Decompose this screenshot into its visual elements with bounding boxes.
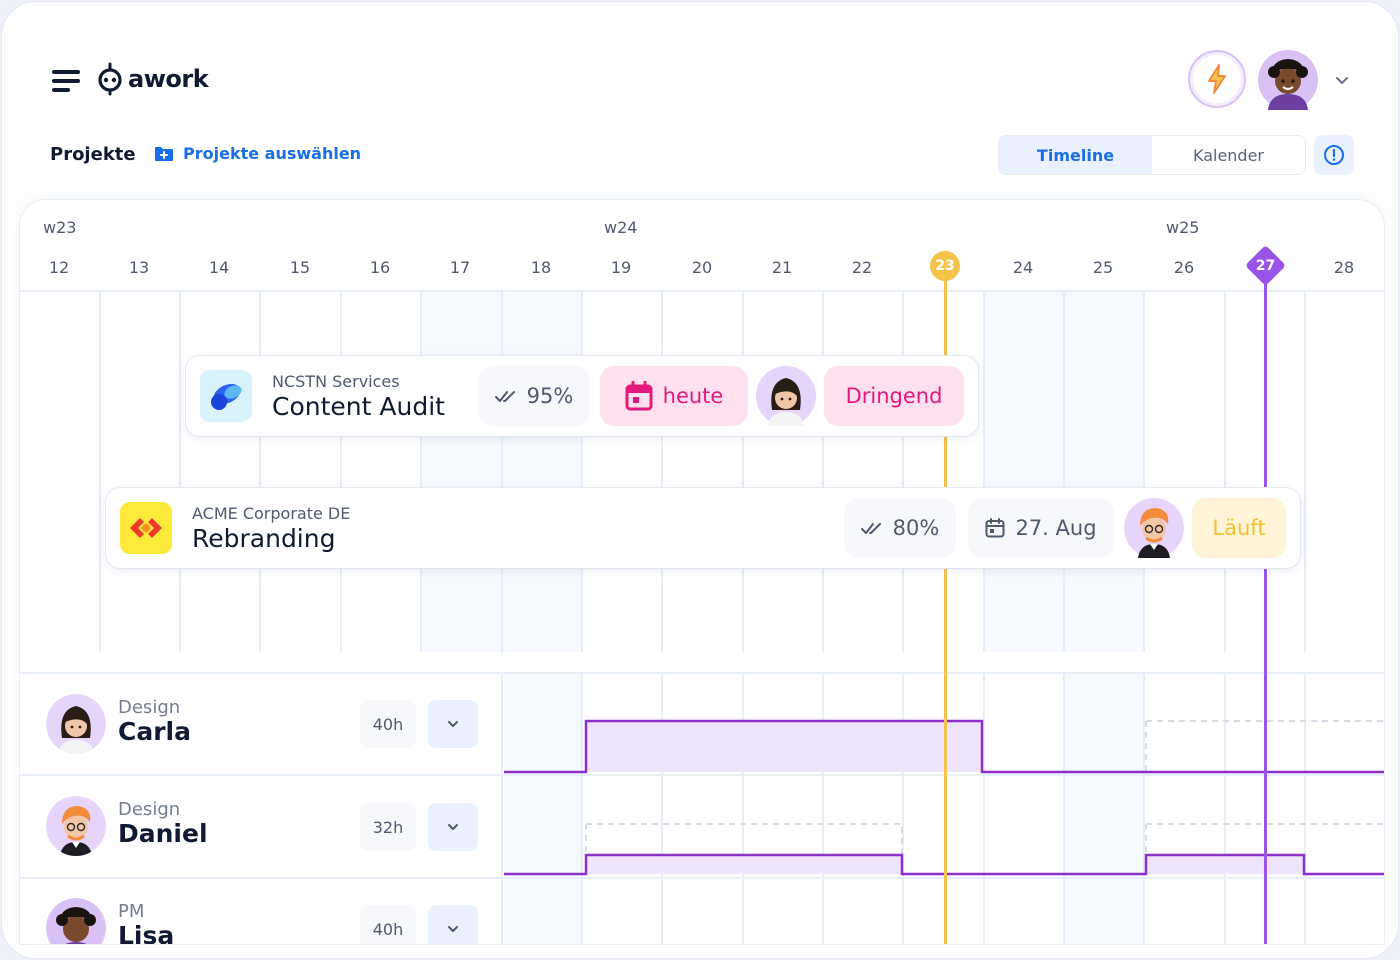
deadline-day: 27 — [1255, 257, 1276, 274]
project-logo — [120, 502, 172, 554]
select-projects-link[interactable]: Projekte auswählen — [154, 144, 361, 163]
project-logo — [200, 370, 252, 422]
today-marker: 23 — [930, 251, 960, 281]
project-card-rebranding[interactable]: ACME Corporate DE Rebranding 80% 27. Aug — [106, 488, 1300, 568]
person-avatar — [46, 694, 106, 754]
view-toggle: Timeline Kalender — [998, 135, 1306, 175]
app-name: awork — [128, 65, 209, 93]
person-role: Design — [118, 697, 181, 718]
person-avatar — [46, 796, 106, 856]
folder-add-icon — [155, 146, 173, 161]
assignee-avatar[interactable] — [756, 366, 816, 426]
workload-chart — [504, 719, 1384, 876]
quick-actions-button[interactable] — [1188, 50, 1246, 108]
hours-chip: 40h — [360, 905, 416, 944]
person-name: Carla — [118, 717, 191, 746]
expand-row-button[interactable] — [428, 905, 478, 944]
expand-row-button[interactable] — [428, 803, 478, 851]
progress-chip: 80% — [844, 498, 956, 558]
select-projects-label: Projekte auswählen — [183, 144, 362, 163]
project-client: ACME Corporate DE — [192, 504, 351, 523]
info-icon — [1324, 145, 1344, 165]
tab-kalender[interactable]: Kalender — [1152, 136, 1305, 174]
calendar-icon — [985, 518, 1005, 538]
double-check-icon — [494, 391, 515, 402]
calendar-icon — [625, 381, 653, 411]
expand-row-button[interactable] — [428, 700, 478, 748]
deadline-line — [1264, 266, 1267, 944]
status-chip: Läuft — [1192, 498, 1286, 558]
project-card-content-audit[interactable]: NCSTN Services Content Audit 95% heute D… — [186, 356, 978, 436]
person-role: Design — [118, 799, 181, 820]
due-date-value: heute — [662, 384, 724, 408]
hours-chip: 40h — [360, 700, 416, 748]
progress-value: 95% — [526, 384, 574, 408]
hours-chip: 32h — [360, 803, 416, 851]
chevron-down-icon — [448, 926, 458, 932]
ncstn-logo-icon — [211, 383, 242, 410]
lightning-icon — [1208, 64, 1226, 94]
projects-label: Projekte — [50, 144, 136, 165]
project-name: Content Audit — [272, 392, 445, 421]
status-value: Dringend — [845, 384, 943, 408]
due-date-value: 27. Aug — [1015, 516, 1097, 540]
status-chip: Dringend — [824, 366, 964, 426]
acme-logo-icon — [130, 518, 162, 538]
chevron-down-icon[interactable] — [1334, 72, 1350, 88]
project-client: NCSTN Services — [272, 372, 400, 391]
chevron-down-icon — [448, 721, 458, 727]
menu-icon[interactable] — [52, 70, 82, 92]
status-value: Läuft — [1212, 516, 1266, 540]
project-name: Rebranding — [192, 524, 336, 553]
current-user-avatar[interactable] — [1258, 50, 1318, 110]
person-name: Lisa — [118, 921, 175, 944]
double-check-icon — [860, 523, 881, 534]
robot-logo-icon — [98, 62, 122, 96]
progress-value: 80% — [892, 516, 940, 540]
chevron-down-icon — [448, 824, 458, 830]
due-date-chip: 27. Aug — [968, 498, 1114, 558]
tab-timeline[interactable]: Timeline — [999, 136, 1152, 174]
deadline-marker[interactable]: 27 — [1244, 244, 1287, 287]
person-role: PM — [118, 901, 145, 922]
due-date-chip: heute — [600, 366, 748, 426]
assignee-avatar[interactable] — [1124, 498, 1184, 558]
timeline-panel: w23 w24 w25 12 13 14 15 16 17 18 19 20 2… — [20, 200, 1384, 944]
awork-logo: awork — [96, 62, 209, 96]
person-name: Daniel — [118, 819, 208, 848]
info-button[interactable] — [1314, 135, 1354, 175]
progress-chip: 95% — [478, 366, 590, 426]
app-window: awork Projekte Projekte auswählen Timeli… — [2, 2, 1398, 958]
